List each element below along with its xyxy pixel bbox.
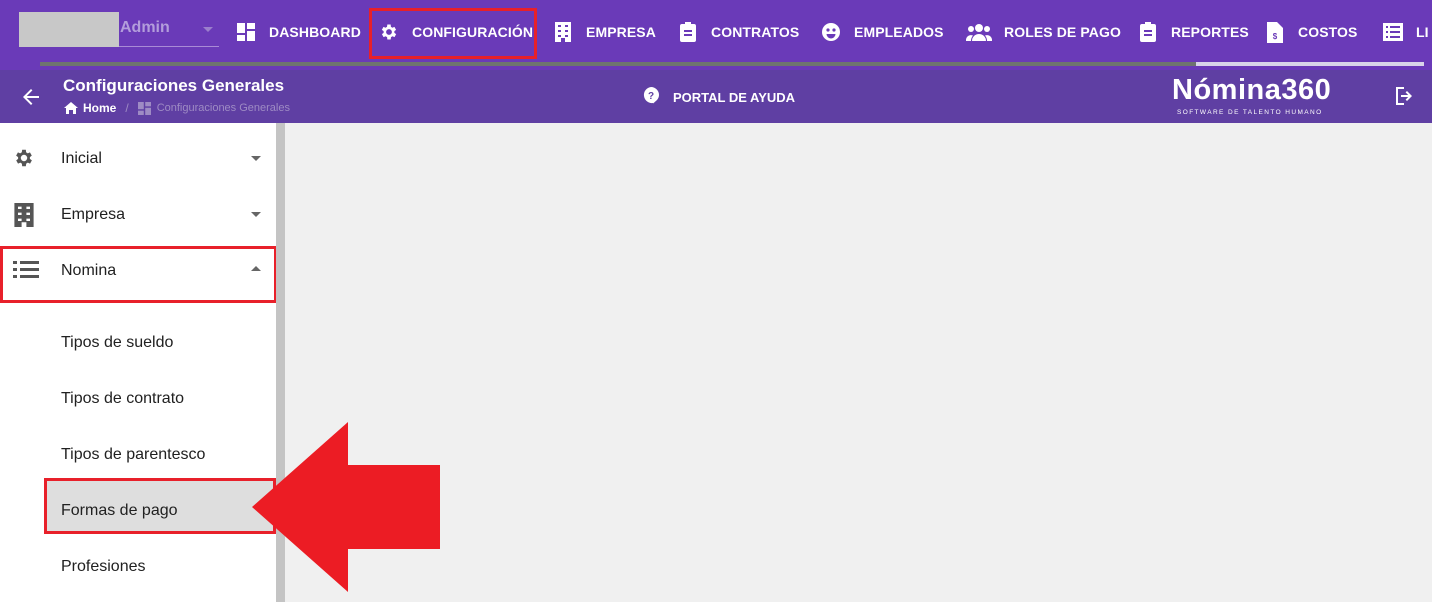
group-icon <box>966 21 992 43</box>
sidebar-subitem-tipos-de-parentesco[interactable]: Tipos de parentesco <box>0 427 276 483</box>
nav-label: ROLES DE PAGO <box>1004 24 1121 40</box>
nav-label: LI <box>1416 24 1429 40</box>
building-icon <box>552 21 574 43</box>
user-menu[interactable]: Admin <box>19 12 219 47</box>
nav-item-empresa[interactable]: EMPRESA <box>552 14 656 50</box>
arrow-annotation-icon <box>252 422 440 592</box>
top-navbar: Admin DASHBOARD CONFIGURACIÓN EMPRESA CO… <box>0 0 1432 70</box>
main-content <box>285 123 1432 602</box>
nav-label: EMPLEADOS <box>854 24 944 40</box>
back-button[interactable] <box>18 84 44 110</box>
highlight-box <box>369 8 537 59</box>
sub-header: Configuraciones Generales Home / Configu… <box>0 70 1432 123</box>
sidebar-subitem-label: Tipos de contrato <box>61 390 185 407</box>
breadcrumb-home[interactable]: Home <box>83 101 116 115</box>
logout-icon <box>1396 87 1412 105</box>
help-label: PORTAL DE AYUDA <box>673 89 796 105</box>
breadcrumb: Home / Configuraciones Generales <box>64 101 290 115</box>
sidebar-subitem-profesiones[interactable]: Profesiones <box>0 539 276 595</box>
nav-label: EMPRESA <box>586 24 656 40</box>
nav-item-empleados[interactable]: EMPLEADOS <box>820 14 944 50</box>
help-icon: ? <box>643 87 659 107</box>
sidebar-item-empresa[interactable]: Empresa <box>0 187 276 243</box>
arrow-left-icon <box>23 89 39 105</box>
sidebar-item-label: Empresa <box>61 206 126 223</box>
dashboard-icon <box>137 101 151 115</box>
breadcrumb-current: Configuraciones Generales <box>156 102 290 114</box>
nav-item-reportes[interactable]: REPORTES <box>1137 14 1249 50</box>
nav-label: DASHBOARD <box>269 24 361 40</box>
nav-label: COSTOS <box>1298 24 1358 40</box>
breadcrumb-separator: / <box>125 101 129 115</box>
gear-icon <box>13 147 37 171</box>
page-title: Configuraciones Generales <box>63 76 285 95</box>
nav-item-li[interactable]: LI <box>1382 14 1429 50</box>
brand-logo: Nómina360 SOFTWARE DE TALENTO HUMANO <box>1172 74 1352 120</box>
nav-item-roles-de-pago[interactable]: ROLES DE PAGO <box>966 14 1121 50</box>
app-root: Admin DASHBOARD CONFIGURACIÓN EMPRESA CO… <box>0 0 1432 602</box>
sidebar-subitem-label: Profesiones <box>61 558 146 575</box>
face-icon <box>820 21 842 43</box>
brand-tagline: SOFTWARE DE TALENTO HUMANO <box>1177 109 1323 116</box>
sidebar-subitem-tipos-de-contrato[interactable]: Tipos de contrato <box>0 371 276 427</box>
clipboard-icon <box>1137 21 1159 43</box>
home-icon <box>64 102 78 114</box>
highlight-box <box>0 246 277 303</box>
svg-text:$: $ <box>1273 32 1278 41</box>
svg-text:?: ? <box>648 91 654 102</box>
nav-item-dashboard[interactable]: DASHBOARD <box>235 14 361 50</box>
sidebar-subitem-label: Tipos de sueldo <box>61 334 174 351</box>
logout-button[interactable] <box>1394 86 1416 108</box>
list-icon <box>1382 21 1404 43</box>
sidebar: Inicial Empresa Nomina Tipos de sueldo T… <box>0 123 285 602</box>
sidebar-subitem-label: Tipos de parentesco <box>61 446 206 463</box>
progress-bar <box>40 62 1196 66</box>
nav-item-contratos[interactable]: CONTRATOS <box>677 14 799 50</box>
dashboard-icon <box>235 21 257 43</box>
clipboard-icon <box>677 21 699 43</box>
invoice-icon: $ <box>1264 21 1286 43</box>
brand-name: Nómina360 <box>1172 74 1332 106</box>
chevron-down-icon <box>251 156 261 161</box>
chevron-down-icon <box>251 212 261 217</box>
nav-item-costos[interactable]: $ COSTOS <box>1264 14 1357 50</box>
sidebar-subitem-tipos-de-sueldo[interactable]: Tipos de sueldo <box>0 315 276 371</box>
building-icon <box>13 203 37 227</box>
highlight-box <box>44 478 276 534</box>
nav-label: REPORTES <box>1171 24 1249 40</box>
user-name: Admin <box>120 19 170 36</box>
sidebar-item-inicial[interactable]: Inicial <box>0 131 276 187</box>
chevron-down-icon <box>203 27 213 32</box>
nav-label: CONTRATOS <box>711 24 800 40</box>
help-portal-link[interactable]: ? PORTAL DE AYUDA <box>643 87 795 107</box>
sidebar-item-label: Inicial <box>61 150 102 167</box>
avatar <box>19 12 119 47</box>
progress-bar-remaining <box>1196 62 1424 66</box>
